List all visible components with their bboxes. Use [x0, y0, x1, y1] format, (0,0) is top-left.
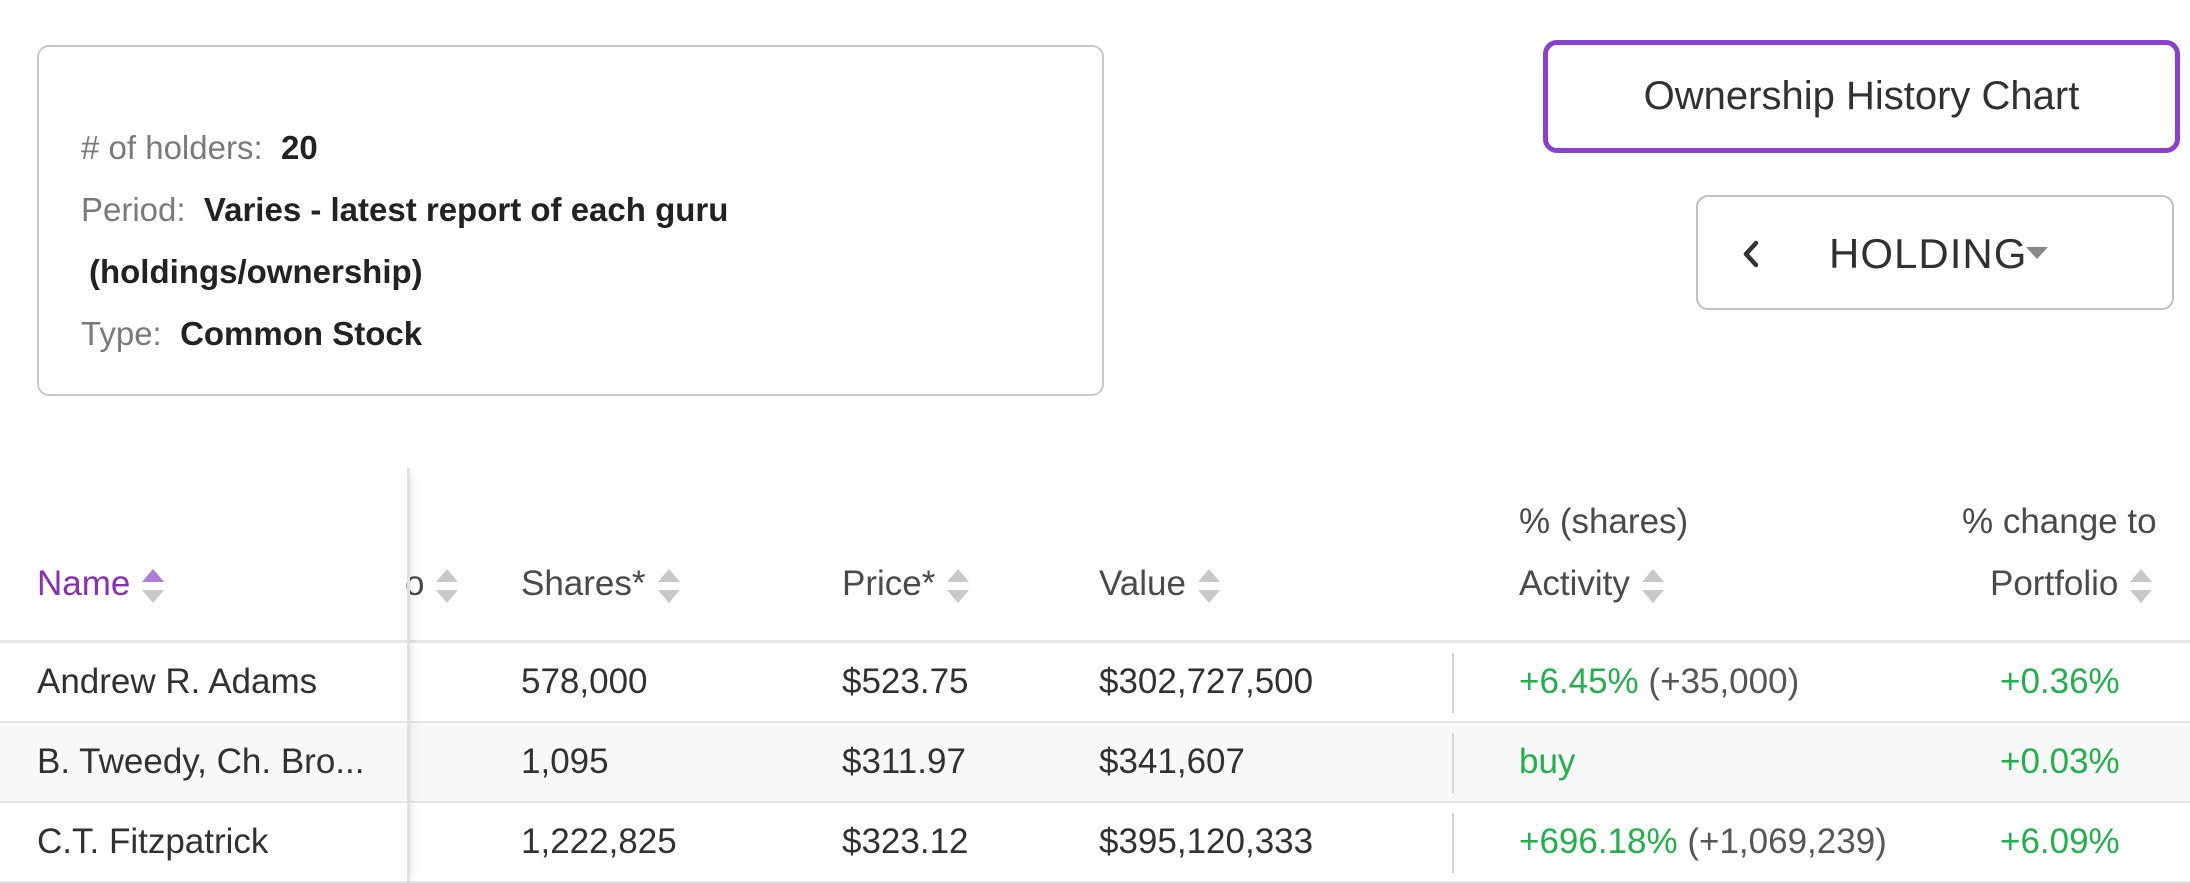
- holders-count-line: # of holders: 20: [81, 128, 318, 168]
- portfolio-change-cell: +0.03%: [2000, 742, 2120, 781]
- value-cell: $341,607: [1099, 742, 1245, 781]
- portfolio-change-cell: +0.36%: [2000, 662, 2120, 701]
- type-line: Type: Common Stock: [81, 314, 422, 354]
- type-value: Common Stock: [180, 315, 423, 352]
- column-header-activity-label: Activity: [1519, 564, 1630, 603]
- holders-value: 20: [280, 129, 318, 166]
- activity-percent: buy: [1519, 742, 1576, 781]
- activity-percent: +696.18%: [1519, 822, 1678, 861]
- caret-down-icon: [2026, 247, 2048, 259]
- guru-name-link[interactable]: C.T. Fitzpatrick: [37, 803, 268, 881]
- portfolio-change-cell: +6.09%: [2000, 822, 2120, 861]
- column-header-activity-line1: % (shares): [1519, 502, 1689, 541]
- sort-icon[interactable]: [436, 568, 459, 603]
- column-header-shares-label: Shares*: [521, 564, 646, 603]
- price-cell: $311.97: [842, 742, 966, 781]
- activity-shares: (+35,000): [1648, 662, 1800, 701]
- ownership-history-chart-label: Ownership History Chart: [1643, 74, 2080, 118]
- activity-cell: +696.18% (+1,069,239): [1519, 803, 1887, 881]
- column-header-price[interactable]: Price*: [842, 562, 970, 606]
- sort-icon[interactable]: [2130, 568, 2153, 603]
- column-separator: [1452, 813, 1454, 873]
- view-mode-select[interactable]: HOLDING: [1696, 195, 2174, 310]
- column-header-name[interactable]: Name: [37, 562, 165, 606]
- sort-icon[interactable]: [1641, 568, 1664, 603]
- column-header-name-label: Name: [37, 564, 131, 603]
- column-header-portfolio-label: o: [405, 564, 425, 603]
- column-separator: [1452, 733, 1454, 793]
- type-label: Type:: [81, 315, 162, 352]
- guru-name-link[interactable]: Andrew R. Adams: [37, 643, 317, 721]
- table-row[interactable]: Andrew R. Adams 578,000 $523.75 $302,727…: [0, 643, 2190, 723]
- sort-icon[interactable]: [1197, 568, 1220, 603]
- column-header-change-line1: % change to: [1962, 502, 2157, 541]
- activity-percent: +6.45%: [1519, 662, 1639, 701]
- chevron-left-icon[interactable]: [1734, 236, 1770, 272]
- table-row[interactable]: C.T. Fitzpatrick 1,222,825 $323.12 $395,…: [0, 803, 2190, 883]
- value-cell: $302,727,500: [1099, 662, 1314, 701]
- column-header-value-label: Value: [1099, 564, 1186, 603]
- column-header-portfolio[interactable]: o: [405, 562, 459, 606]
- guru-name-link[interactable]: B. Tweedy, Ch. Bro...: [37, 723, 364, 801]
- price-cell: $323.12: [842, 822, 969, 861]
- activity-cell: buy: [1519, 723, 1575, 801]
- sort-icon[interactable]: [142, 568, 165, 603]
- shares-cell: 1,222,825: [521, 822, 677, 861]
- column-header-shares[interactable]: Shares*: [521, 562, 680, 606]
- column-header-change-top: % change to: [1962, 500, 2157, 544]
- period-label: Period:: [81, 191, 186, 228]
- column-separator: [1452, 653, 1454, 713]
- shares-cell: 1,095: [521, 742, 609, 781]
- column-header-price-label: Price*: [842, 564, 936, 603]
- activity-cell: +6.45% (+35,000): [1519, 643, 1799, 721]
- shares-cell: 578,000: [521, 662, 648, 701]
- column-header-activity-top: % (shares): [1519, 500, 1688, 544]
- table-row[interactable]: B. Tweedy, Ch. Bro... 1,095 $311.97 $341…: [0, 723, 2190, 803]
- holders-label: # of holders:: [81, 129, 263, 166]
- value-cell: $395,120,333: [1099, 822, 1314, 861]
- column-header-change[interactable]: Portfolio: [1990, 562, 2153, 606]
- column-header-change-label: Portfolio: [1990, 564, 2119, 603]
- sort-icon[interactable]: [947, 568, 970, 603]
- price-cell: $523.75: [842, 662, 969, 701]
- column-header-activity[interactable]: Activity: [1519, 562, 1664, 606]
- period-value-cont: (holdings/ownership): [89, 253, 423, 290]
- view-mode-value: HOLDING: [1829, 230, 2028, 277]
- activity-shares: (+1,069,239): [1687, 822, 1887, 861]
- period-line: Period: Varies - latest report of each g…: [81, 190, 728, 230]
- period-line-2: (holdings/ownership): [89, 252, 423, 292]
- sort-icon[interactable]: [657, 568, 680, 603]
- period-value: Varies - latest report of each guru: [203, 191, 729, 228]
- holders-summary-card: # of holders: 20 Period: Varies - latest…: [37, 45, 1104, 396]
- column-header-value[interactable]: Value: [1099, 562, 1220, 606]
- ownership-history-chart-button[interactable]: Ownership History Chart: [1543, 40, 2180, 153]
